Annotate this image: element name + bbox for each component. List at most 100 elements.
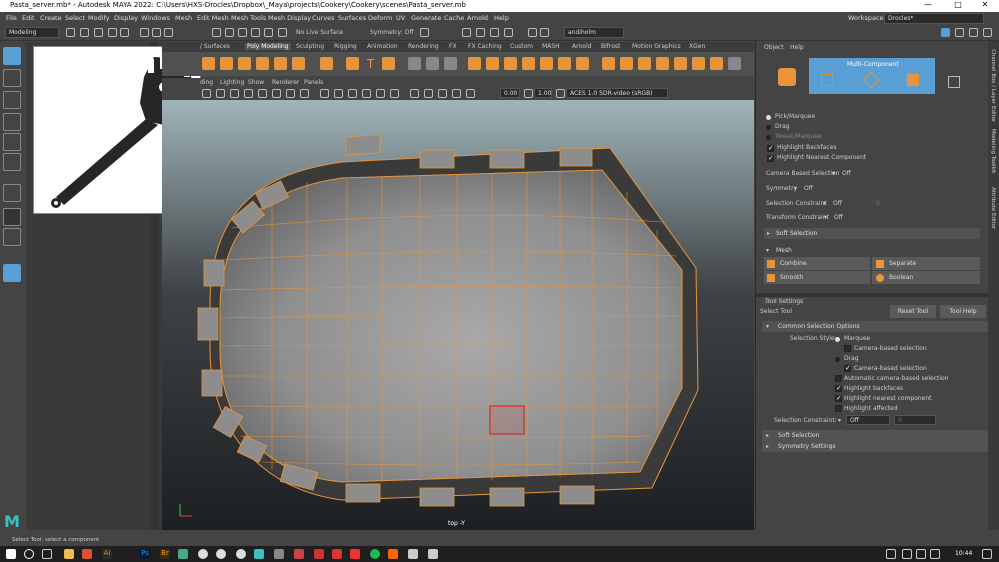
people-icon[interactable] bbox=[886, 549, 896, 559]
planar-map-icon[interactable] bbox=[656, 57, 669, 70]
menu-mesh[interactable]: Mesh bbox=[175, 14, 192, 22]
search-icon[interactable] bbox=[24, 549, 34, 559]
mesh-section[interactable]: Mesh bbox=[764, 245, 980, 256]
auto-camera-selection-checkbox[interactable] bbox=[835, 375, 842, 382]
tab-tool-settings[interactable]: Tool Settings bbox=[762, 298, 807, 305]
single-view-icon[interactable] bbox=[3, 208, 21, 226]
illustrator-icon[interactable]: Ai bbox=[102, 549, 112, 559]
marquee-radio[interactable] bbox=[835, 337, 840, 342]
tab-motion-graphics[interactable]: Motion Graphics bbox=[632, 43, 681, 50]
modeling-toolkit-icon[interactable] bbox=[941, 28, 950, 37]
separate-shelf-icon[interactable] bbox=[426, 57, 439, 70]
poly-torus-icon[interactable] bbox=[274, 57, 287, 70]
poly-sphere-icon[interactable] bbox=[202, 57, 215, 70]
safe-action-icon[interactable] bbox=[300, 89, 309, 98]
camera-based-selection-dropdown[interactable]: Camera Based Selection bbox=[766, 170, 839, 177]
isolate-select-icon[interactable] bbox=[410, 89, 419, 98]
tab-rendering[interactable]: Rendering bbox=[408, 43, 439, 50]
user-account-dropdown[interactable]: andiholm bbox=[564, 27, 624, 38]
selection-constraint-ts-field[interactable]: 0 bbox=[894, 415, 936, 425]
panel-menu-shading[interactable]: ding bbox=[200, 79, 213, 86]
chrome-icon-3[interactable] bbox=[236, 549, 246, 559]
poly-disc-icon[interactable] bbox=[320, 57, 333, 70]
snap-grid-icon[interactable] bbox=[212, 28, 221, 37]
tab-surfaces[interactable]: / Surfaces bbox=[200, 43, 230, 50]
task-view-icon[interactable] bbox=[42, 549, 52, 559]
resolution-gate-icon[interactable] bbox=[272, 89, 281, 98]
selection-constraint-ts-dropdown[interactable]: Off bbox=[846, 415, 890, 425]
multi-cut-icon[interactable] bbox=[522, 57, 535, 70]
brave-icon[interactable] bbox=[388, 549, 398, 559]
select-component-icon[interactable] bbox=[164, 28, 173, 37]
spotify-icon[interactable] bbox=[370, 549, 380, 559]
pick-marquee-radio[interactable] bbox=[766, 115, 771, 120]
camera-based-selection-1-checkbox[interactable] bbox=[844, 345, 851, 352]
redo-icon[interactable] bbox=[120, 28, 129, 37]
tool-settings-icon[interactable] bbox=[983, 28, 992, 37]
face-mode-icon[interactable] bbox=[907, 74, 919, 86]
mirror-icon[interactable] bbox=[602, 57, 615, 70]
tool-help-button[interactable]: Tool Help bbox=[940, 305, 986, 318]
file-explorer-icon[interactable] bbox=[64, 549, 74, 559]
paint-select-icon[interactable] bbox=[3, 91, 21, 109]
panel-menu-show[interactable]: Show bbox=[248, 79, 264, 86]
move-tool-icon[interactable] bbox=[3, 113, 21, 131]
boolean-shelf-icon[interactable] bbox=[620, 57, 633, 70]
network-icon[interactable] bbox=[916, 549, 926, 559]
history-icon[interactable] bbox=[420, 28, 429, 37]
selection-constraint-dropdown[interactable]: Selection Constraint bbox=[766, 200, 827, 207]
bookmark-icon[interactable] bbox=[216, 89, 225, 98]
tab-fx[interactable]: FX bbox=[449, 43, 457, 50]
scale-tool-icon[interactable] bbox=[3, 153, 21, 171]
reset-tool-button[interactable]: Reset Tool bbox=[890, 305, 936, 318]
workspace-dropdown[interactable]: Drocles* bbox=[884, 13, 984, 24]
vertex-mode-icon[interactable] bbox=[821, 74, 833, 86]
pause-icon[interactable] bbox=[540, 28, 549, 37]
highlight-backfaces-ts-checkbox[interactable] bbox=[835, 384, 842, 392]
poly-cone-icon[interactable] bbox=[256, 57, 269, 70]
select-tool-icon[interactable] bbox=[3, 47, 21, 65]
gamma-field[interactable]: 1.00 bbox=[534, 88, 552, 98]
ipr-render-icon[interactable] bbox=[476, 28, 485, 37]
chrome-icon[interactable] bbox=[198, 549, 208, 559]
snap-plane-icon[interactable] bbox=[251, 28, 260, 37]
use-all-lights-icon[interactable] bbox=[376, 89, 385, 98]
app-icon-2[interactable] bbox=[274, 549, 284, 559]
maximize-button[interactable]: □ bbox=[944, 0, 972, 12]
snap-point-icon[interactable] bbox=[238, 28, 247, 37]
shadows-icon[interactable] bbox=[390, 89, 399, 98]
soft-selection-ts-section[interactable]: Soft Selection bbox=[762, 430, 988, 441]
common-selection-section[interactable]: Common Selection Options bbox=[762, 321, 988, 332]
object-mode-icon[interactable] bbox=[778, 68, 796, 86]
app-icon-1[interactable] bbox=[178, 549, 188, 559]
menu-uv[interactable]: UV bbox=[396, 14, 405, 22]
tab-xgen[interactable]: XGen bbox=[689, 43, 705, 50]
rotate-tool-icon[interactable] bbox=[3, 133, 21, 151]
tab-help[interactable]: Help bbox=[790, 44, 804, 51]
tab-fx-caching[interactable]: FX Caching bbox=[468, 43, 502, 50]
notifications-icon[interactable] bbox=[982, 549, 992, 559]
new-scene-icon[interactable] bbox=[66, 28, 75, 37]
select-hierarchy-icon[interactable] bbox=[140, 28, 149, 37]
gate-mask-icon[interactable] bbox=[286, 89, 295, 98]
menu-deform[interactable]: Deform bbox=[368, 14, 392, 22]
xray-active-icon[interactable] bbox=[452, 89, 461, 98]
play-icon[interactable] bbox=[528, 28, 537, 37]
live-surface-label[interactable]: No Live Surface bbox=[296, 29, 343, 36]
chrome-icon-2[interactable] bbox=[216, 549, 226, 559]
textured-icon[interactable] bbox=[362, 89, 371, 98]
highlight-nearest-checkbox[interactable] bbox=[767, 154, 774, 162]
menu-surfaces[interactable]: Surfaces bbox=[338, 14, 366, 22]
four-view-icon[interactable] bbox=[3, 228, 21, 246]
xray-icon[interactable] bbox=[424, 89, 433, 98]
lasso-tool-icon[interactable] bbox=[3, 69, 21, 87]
combine-shelf-icon[interactable] bbox=[408, 57, 421, 70]
viewport-top[interactable]: top -Y bbox=[162, 100, 754, 530]
exposure-field[interactable]: 0.00 bbox=[500, 88, 520, 98]
poly-plane-icon[interactable] bbox=[292, 57, 305, 70]
target-weld-icon[interactable] bbox=[558, 57, 571, 70]
bridge-app-icon[interactable]: Br bbox=[160, 549, 170, 559]
menu-modify[interactable]: Modify bbox=[88, 14, 110, 22]
panel-splitter[interactable] bbox=[756, 293, 989, 297]
smooth-shade-icon[interactable] bbox=[334, 89, 343, 98]
